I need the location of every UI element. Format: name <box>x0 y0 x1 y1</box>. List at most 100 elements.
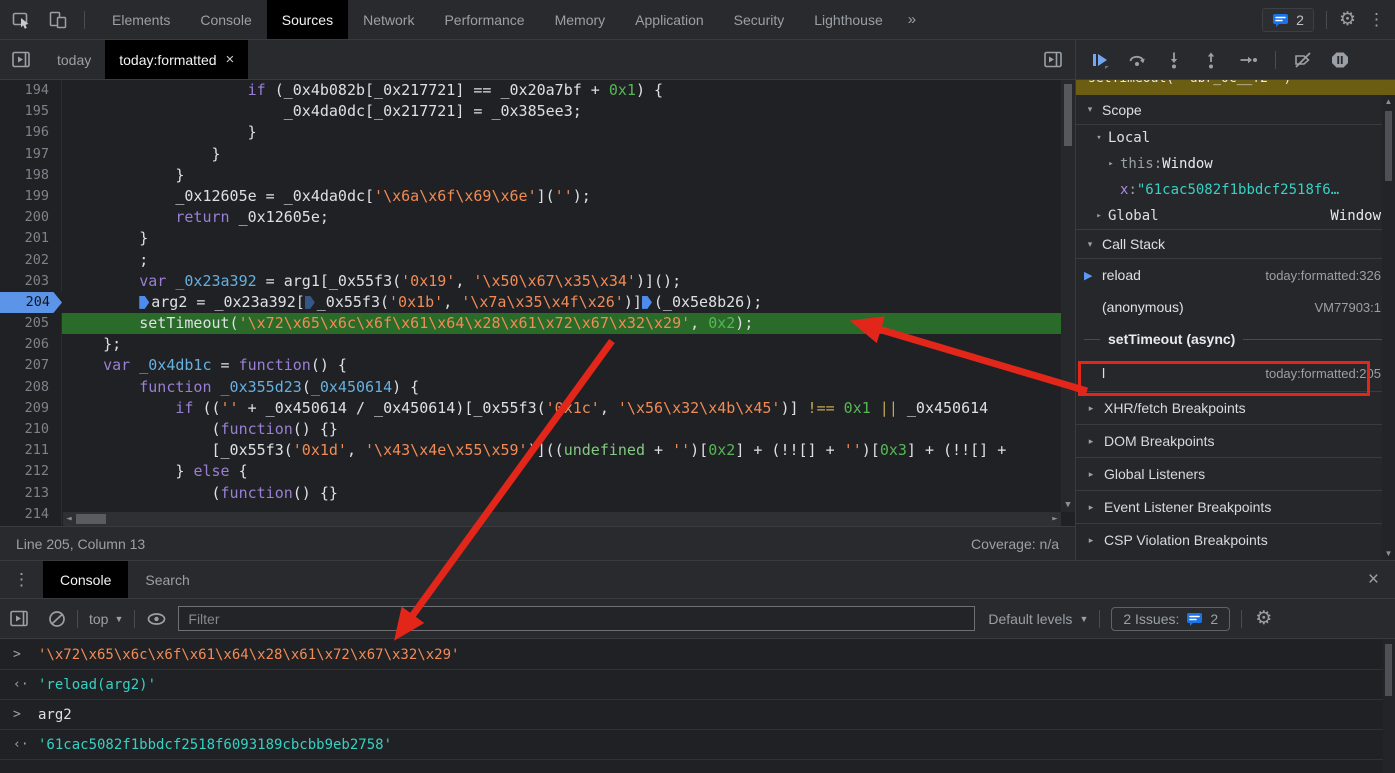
code-text[interactable]: (function() {} <box>62 483 1075 504</box>
code-text[interactable]: _0x4da0dc[_0x217721] = _0x385ee3; <box>62 101 1075 122</box>
code-text[interactable]: var _0x4db1c = function() { <box>62 355 1075 376</box>
line-number[interactable]: 202 <box>0 250 62 271</box>
inline-step-marker-icon[interactable] <box>139 296 149 309</box>
line-number[interactable]: 204 <box>0 292 62 313</box>
line-number[interactable]: 198 <box>0 165 62 186</box>
code-text[interactable]: arg2 = _0x23a392[_0x55f3('0x1b', '\x7a\x… <box>62 292 1075 313</box>
sidebar-scrollbar[interactable]: ▲ ▼ <box>1382 95 1395 560</box>
code-text[interactable]: _0x12605e = _0x4da0dc['\x6a\x6f\x69\x6e'… <box>62 186 1075 207</box>
call-stack-frame[interactable]: ▶reloadtoday:formatted:326 <box>1076 259 1395 291</box>
tab-sources[interactable]: Sources <box>267 0 348 39</box>
code-text[interactable]: if (('' + _0x450614 / _0x450614)[_0x55f3… <box>62 398 1075 419</box>
more-panels-button[interactable]: » <box>898 0 926 39</box>
code-text[interactable]: var _0x23a392 = arg1[_0x55f3('0x19', '\x… <box>62 271 1075 292</box>
clear-console-icon[interactable] <box>48 610 66 628</box>
call-stack-frame[interactable]: (anonymous)VM77903:1 <box>1076 291 1395 323</box>
line-number[interactable]: 214 <box>0 504 62 525</box>
scope-global-row[interactable]: ▸ Global Window <box>1076 203 1395 229</box>
code-text[interactable]: (function() {} <box>62 419 1075 440</box>
inspect-element-icon[interactable] <box>12 10 32 30</box>
line-number[interactable]: 213 <box>0 483 62 504</box>
navigator-toggle-icon[interactable] <box>0 40 43 79</box>
file-tab-today[interactable]: today <box>43 40 105 79</box>
code-text[interactable]: function _0x355d23(_0x450614) { <box>62 377 1075 398</box>
live-expression-eye-icon[interactable] <box>146 610 167 628</box>
scroll-right-arrow-icon[interactable]: ► <box>1049 514 1061 524</box>
code-text[interactable]: return _0x12605e; <box>62 207 1075 228</box>
issues-button[interactable]: 2 Issues: 2 <box>1111 607 1230 631</box>
file-tab-today-formatted[interactable]: today:formatted× <box>105 40 248 79</box>
drawer-close-icon[interactable]: × <box>1352 561 1395 598</box>
sidebar-section-csp-violation-breakpoints[interactable]: ▸CSP Violation Breakpoints <box>1076 523 1395 556</box>
line-number[interactable]: 195 <box>0 101 62 122</box>
code-text[interactable]: ; <box>62 250 1075 271</box>
scrollbar-thumb[interactable] <box>1385 111 1392 181</box>
scroll-left-arrow-icon[interactable]: ◄ <box>63 514 75 524</box>
tab-console[interactable]: Console <box>185 0 266 39</box>
issues-badge[interactable]: 2 <box>1262 8 1314 32</box>
log-levels-dropdown[interactable]: Default levels ▼ <box>988 611 1088 627</box>
code-text[interactable]: if (_0x4b082b[_0x217721] == _0x20a7bf + … <box>62 80 1075 101</box>
line-number[interactable]: 196 <box>0 122 62 143</box>
step-into-button[interactable] <box>1164 50 1184 70</box>
inline-step-marker-icon[interactable] <box>305 296 315 309</box>
line-number[interactable]: 206 <box>0 334 62 355</box>
step-out-button[interactable] <box>1201 50 1221 70</box>
step-button[interactable] <box>1238 50 1258 70</box>
tab-elements[interactable]: Elements <box>97 0 185 39</box>
editor-vertical-scrollbar[interactable]: ▼ <box>1061 80 1075 512</box>
scrollbar-thumb[interactable] <box>1385 644 1392 696</box>
tab-application[interactable]: Application <box>620 0 719 39</box>
drawer-menu-icon[interactable]: ⋮ <box>0 561 43 598</box>
drawer-tab-search[interactable]: Search <box>128 561 206 598</box>
main-menu-icon[interactable]: ⋮ <box>1368 11 1385 28</box>
step-over-button[interactable] <box>1127 50 1147 70</box>
sidebar-section-event-listener-breakpoints[interactable]: ▸Event Listener Breakpoints <box>1076 490 1395 523</box>
scroll-down-arrow-icon[interactable]: ▼ <box>1061 500 1075 510</box>
tab-performance[interactable]: Performance <box>429 0 539 39</box>
line-number[interactable]: 199 <box>0 186 62 207</box>
scope-section-header[interactable]: ▾ Scope <box>1076 95 1395 125</box>
pause-on-exceptions-button[interactable] <box>1330 50 1350 70</box>
tab-security[interactable]: Security <box>719 0 800 39</box>
code-editor[interactable]: 194 if (_0x4b082b[_0x217721] == _0x20a7b… <box>0 80 1075 526</box>
tab-network[interactable]: Network <box>348 0 429 39</box>
line-number[interactable]: 210 <box>0 419 62 440</box>
console-filter-input[interactable] <box>178 606 975 631</box>
line-number[interactable]: 203 <box>0 271 62 292</box>
line-number[interactable]: 212 <box>0 461 62 482</box>
deactivate-breakpoints-button[interactable] <box>1293 50 1313 70</box>
code-text[interactable]: } <box>62 144 1075 165</box>
scope-this-row[interactable]: ▸ this: Window <box>1076 151 1395 177</box>
close-tab-icon[interactable]: × <box>226 51 235 68</box>
editor-horizontal-scrollbar[interactable]: ◄ ► <box>63 512 1061 526</box>
call-stack-section-header[interactable]: ▾ Call Stack <box>1076 229 1395 259</box>
code-text[interactable]: setTimeout('\x72\x65\x6c\x6f\x61\x64\x28… <box>62 313 1075 334</box>
console-sidebar-toggle-icon[interactable] <box>10 610 29 627</box>
scope-x-row[interactable]: x: "61cac5082f1bbdcf2518f6… <box>1076 177 1395 203</box>
scrollbar-thumb[interactable] <box>1064 84 1072 146</box>
tab-lighthouse[interactable]: Lighthouse <box>799 0 898 39</box>
code-text[interactable]: } <box>62 228 1075 249</box>
line-number[interactable]: 201 <box>0 228 62 249</box>
sidebar-section-dom-breakpoints[interactable]: ▸DOM Breakpoints <box>1076 424 1395 457</box>
sidebar-section-global-listeners[interactable]: ▸Global Listeners <box>1076 457 1395 490</box>
code-text[interactable]: } <box>62 165 1075 186</box>
scope-local-row[interactable]: ▾ Local <box>1076 125 1395 151</box>
tab-memory[interactable]: Memory <box>540 0 621 39</box>
call-stack-frame[interactable]: ltoday:formatted:205 <box>1076 355 1395 391</box>
sidebar-section-xhr-fetch-breakpoints[interactable]: ▸XHR/fetch Breakpoints <box>1076 391 1395 424</box>
code-text[interactable]: [_0x55f3('0x1d', '\x43\x4e\x55\x59')]((u… <box>62 440 1075 461</box>
line-number[interactable]: 211 <box>0 440 62 461</box>
code-text[interactable]: } <box>62 122 1075 143</box>
scroll-up-arrow-icon[interactable]: ▲ <box>1382 97 1395 106</box>
context-selector[interactable]: top ▼ <box>89 611 123 627</box>
line-number[interactable]: 209 <box>0 398 62 419</box>
code-text[interactable]: }; <box>62 334 1075 355</box>
drawer-tab-console[interactable]: Console <box>43 561 128 598</box>
line-number[interactable]: 200 <box>0 207 62 228</box>
inline-step-marker-icon[interactable] <box>642 296 652 309</box>
line-number[interactable]: 194 <box>0 80 62 101</box>
code-text[interactable]: } else { <box>62 461 1075 482</box>
line-number[interactable]: 208 <box>0 377 62 398</box>
